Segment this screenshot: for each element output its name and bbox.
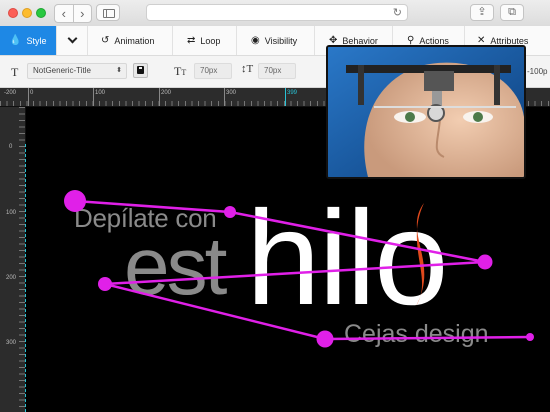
apparatus-post-right — [494, 65, 500, 105]
path-point-handle — [224, 206, 236, 218]
path-end-handle — [526, 333, 534, 341]
iris-right — [473, 112, 483, 122]
motion-path-line — [74, 199, 531, 341]
path-point-handle — [316, 330, 334, 348]
path-start-handle — [64, 190, 86, 212]
photo-thumbnail[interactable] — [326, 45, 526, 179]
face-photo-illustration — [328, 47, 524, 177]
path-point-handle — [98, 277, 112, 291]
path-point-handle — [477, 254, 493, 270]
apparatus-block — [424, 71, 454, 91]
iris-left — [405, 112, 415, 122]
apparatus-post-left — [358, 65, 364, 105]
